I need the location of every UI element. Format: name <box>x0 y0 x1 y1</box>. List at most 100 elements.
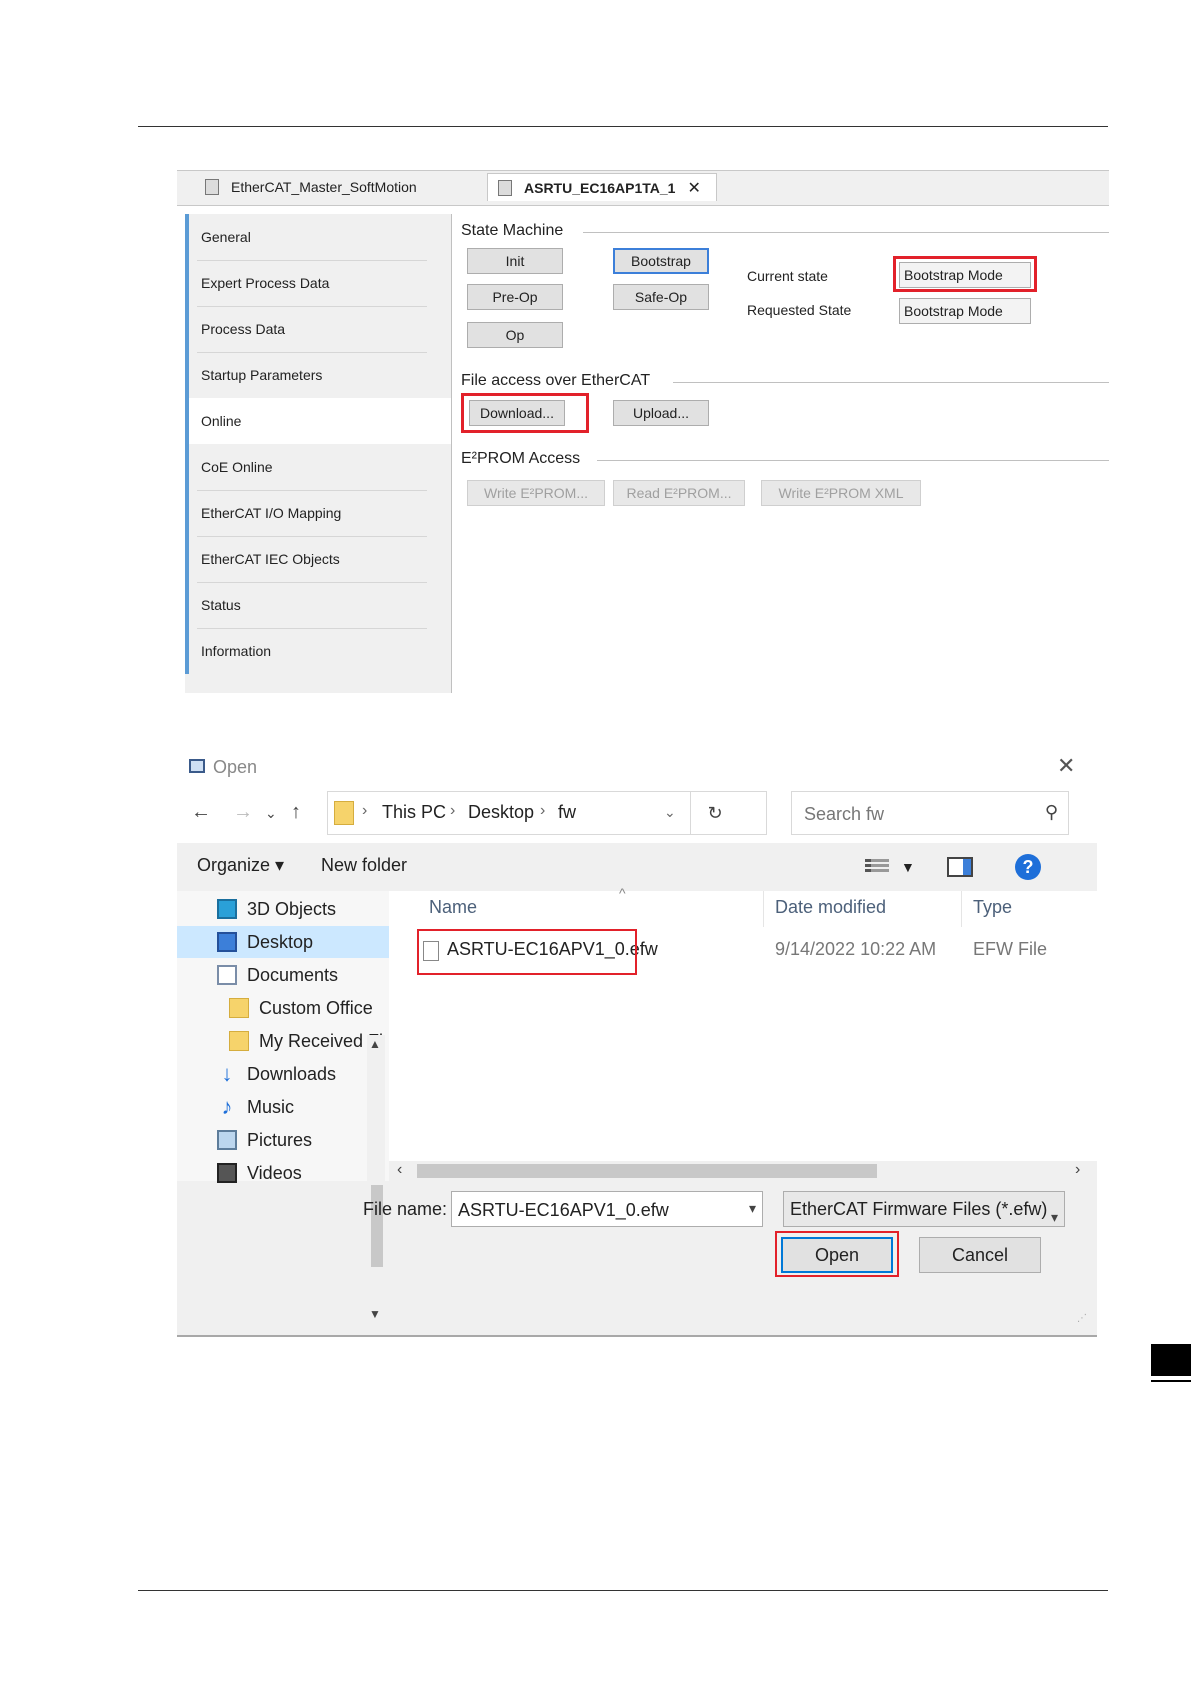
resize-grip-icon[interactable]: ⋰ <box>1077 1313 1091 1327</box>
chevron-down-icon[interactable]: ▾ <box>749 1200 756 1217</box>
column-divider[interactable] <box>961 891 962 927</box>
device-icon <box>205 179 219 195</box>
write-eeprom-xml-button[interactable]: Write E²PROM XML <box>761 480 921 506</box>
documents-icon <box>217 965 237 985</box>
tree-item-label: Downloads <box>247 1063 337 1084</box>
column-divider[interactable] <box>763 891 764 927</box>
breadcrumb-desktop[interactable]: Desktop <box>468 802 534 823</box>
section-divider <box>583 232 1109 233</box>
back-arrow-icon[interactable]: ← <box>191 801 211 824</box>
file-type-value: EtherCAT Firmware Files (*.efw) <box>790 1199 1048 1219</box>
refresh-icon[interactable]: ↻ <box>690 792 739 834</box>
init-button[interactable]: Init <box>467 248 563 274</box>
ethercat-editor-screenshot: EtherCAT_Master_SoftMotion ASRTU_EC16AP1… <box>177 170 1109 693</box>
chevron-down-icon[interactable]: ⌄ <box>664 804 676 821</box>
file-name: ASRTU-EC16APV1_0.efw <box>447 939 658 959</box>
scroll-right-icon[interactable]: › <box>1075 1161 1080 1179</box>
nav-item-ethercat-iec-objects[interactable]: EtherCAT IEC Objects <box>185 536 451 582</box>
tree-item-label: Custom Office <box>259 997 373 1018</box>
eeprom-access-title: E²PROM Access <box>461 450 581 467</box>
nav-item-ethercat-io-mapping[interactable]: EtherCAT I/O Mapping <box>185 490 451 536</box>
new-folder-button[interactable]: New folder <box>321 855 407 876</box>
state-machine-title: State Machine <box>461 222 564 239</box>
music-icon: ♪ <box>221 1094 233 1119</box>
upload-button[interactable]: Upload... <box>613 400 709 426</box>
section-divider <box>597 460 1109 461</box>
read-eeprom-button[interactable]: Read E²PROM... <box>613 480 745 506</box>
3d-objects-icon <box>217 899 237 919</box>
search-box[interactable]: ⚲ <box>791 791 1069 835</box>
safe-op-button[interactable]: Safe-Op <box>613 284 709 310</box>
header-rule <box>138 126 1108 127</box>
footer-rule <box>138 1590 1108 1591</box>
search-input[interactable] <box>802 800 1036 828</box>
folder-icon <box>229 1031 249 1051</box>
file-list-hscrollbar[interactable]: ‹ › <box>389 1161 1097 1181</box>
tree-item-desktop[interactable]: Desktop <box>177 926 403 958</box>
tree-item-label: Videos <box>247 1162 302 1183</box>
preview-pane-icon[interactable] <box>947 857 973 877</box>
help-icon[interactable]: ? <box>1015 854 1041 880</box>
nav-item-coe-online[interactable]: CoE Online <box>185 444 451 490</box>
organize-button[interactable]: Organize ▾ <box>197 855 284 876</box>
tree-item-documents[interactable]: Documents <box>177 959 417 991</box>
cancel-button[interactable]: Cancel <box>919 1237 1041 1273</box>
open-button[interactable]: Open <box>781 1237 893 1273</box>
window-icon <box>189 759 205 773</box>
scroll-down-icon[interactable]: ▼ <box>369 1307 381 1321</box>
navigation-tree: 3D Objects Desktop Documents Custom Offi… <box>177 891 403 1325</box>
recent-locations-chevron-icon[interactable]: ⌄ <box>265 805 277 822</box>
nav-item-startup-parameters[interactable]: Startup Parameters <box>185 352 451 398</box>
device-editor-nav: General Expert Process Data Process Data… <box>185 214 452 693</box>
file-type-select[interactable]: EtherCAT Firmware Files (*.efw) ▾ <box>783 1191 1065 1227</box>
page-tab-marker <box>1151 1344 1191 1376</box>
column-header-date-modified[interactable]: Date modified <box>775 897 886 918</box>
requested-state-field: Bootstrap Mode <box>899 298 1031 324</box>
tree-item-label: 3D Objects <box>247 898 337 919</box>
search-icon[interactable]: ⚲ <box>1045 802 1058 823</box>
breadcrumb-fw[interactable]: fw <box>558 802 576 823</box>
file-access-title: File access over EtherCAT <box>461 372 651 389</box>
tree-item-custom-office[interactable]: Custom Office <box>177 992 417 1024</box>
bootstrap-button[interactable]: Bootstrap <box>613 248 709 274</box>
view-options-chevron-icon[interactable]: ▼ <box>901 859 915 875</box>
scrollbar-thumb[interactable] <box>417 1164 877 1178</box>
forward-arrow-icon[interactable]: → <box>233 801 253 824</box>
tab-asrtu-device[interactable]: ASRTU_EC16AP1TA_1 ✕ <box>487 173 717 201</box>
desktop-icon <box>217 932 237 952</box>
close-icon[interactable]: ✕ <box>687 178 700 198</box>
column-header-name[interactable]: Name <box>429 897 477 918</box>
device-icon <box>498 179 512 196</box>
address-bar[interactable]: › This PC › Desktop › fw ⌄ ↻ <box>327 791 767 835</box>
file-name-input[interactable] <box>456 1198 730 1222</box>
file-name-combobox[interactable]: ▾ <box>451 1191 763 1227</box>
page-tab-underline <box>1151 1380 1191 1382</box>
scroll-left-icon[interactable]: ‹ <box>397 1161 402 1179</box>
current-state-field: Bootstrap Mode <box>899 262 1031 288</box>
breadcrumb-separator-icon: › <box>540 802 546 819</box>
tree-item-3d-objects[interactable]: 3D Objects <box>177 893 417 925</box>
scrollbar-thumb[interactable] <box>371 1185 383 1267</box>
nav-item-online[interactable]: Online <box>185 398 451 444</box>
nav-item-expert-process-data[interactable]: Expert Process Data <box>185 260 451 306</box>
tree-item-label: Documents <box>247 964 339 985</box>
column-header-type[interactable]: Type <box>973 897 1012 918</box>
nav-item-status[interactable]: Status <box>185 582 451 628</box>
change-view-icon[interactable] <box>865 857 889 877</box>
chevron-down-icon: ▾ <box>1050 1209 1058 1225</box>
file-row[interactable]: ASRTU-EC16APV1_0.efw 9/14/2022 10:22 AM … <box>389 935 1097 967</box>
tree-scrollbar[interactable]: ▲ ▼ <box>367 1035 385 1325</box>
nav-item-process-data[interactable]: Process Data <box>185 306 451 352</box>
op-button[interactable]: Op <box>467 322 563 348</box>
nav-item-general[interactable]: General <box>185 214 451 260</box>
breadcrumb-this-pc[interactable]: This PC <box>382 802 446 823</box>
scroll-up-icon[interactable]: ▲ <box>369 1037 381 1051</box>
pre-op-button[interactable]: Pre-Op <box>467 284 563 310</box>
tab-ethercat-master[interactable]: EtherCAT_Master_SoftMotion <box>205 173 465 201</box>
tab-label: ASRTU_EC16AP1TA_1 <box>524 179 676 196</box>
download-button[interactable]: Download... <box>469 400 565 426</box>
up-arrow-icon[interactable]: ↑ <box>291 801 301 824</box>
close-icon[interactable]: ✕ <box>1057 753 1075 779</box>
write-eeprom-button[interactable]: Write E²PROM... <box>467 480 605 506</box>
nav-item-information[interactable]: Information <box>185 628 451 674</box>
